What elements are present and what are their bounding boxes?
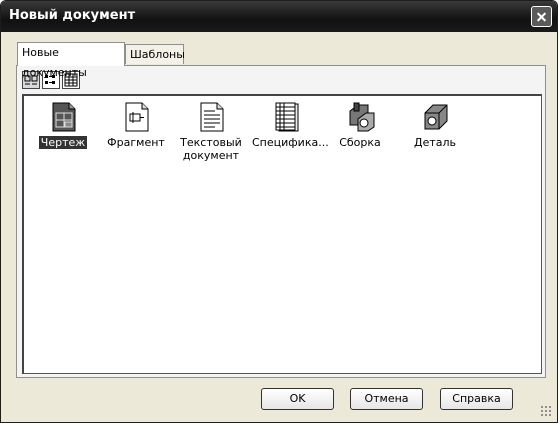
resize-grip[interactable]: [540, 405, 552, 417]
drawing-label: Чертеж: [38, 136, 88, 149]
tab-templates[interactable]: Шаблоны: [125, 44, 185, 64]
assembly-label: Сборка: [339, 136, 381, 149]
dialog-title: Новый документ: [9, 8, 136, 23]
specification-label: Специфика...: [252, 136, 329, 149]
fragment-label: Фрагмент: [107, 136, 165, 149]
new-document-dialog: Новый документ Новые документы Шаблоны Ч…: [0, 0, 558, 423]
close-button[interactable]: [531, 6, 552, 27]
drawing-icon: [52, 102, 76, 132]
ok-button[interactable]: OK: [261, 388, 334, 410]
title-bar[interactable]: Новый документ: [1, 1, 557, 32]
part-icon: [424, 104, 448, 130]
assembly-icon: [349, 102, 375, 132]
list-item-text-document[interactable]: Текстовый документ: [175, 101, 247, 162]
list-item-part[interactable]: Деталь: [399, 101, 471, 149]
cancel-button[interactable]: Отмена: [350, 388, 423, 410]
part-label: Деталь: [413, 136, 457, 149]
list-item-drawing[interactable]: Чертеж: [27, 101, 99, 149]
tab-new-documents[interactable]: Новые документы: [17, 42, 125, 79]
list-item-fragment[interactable]: Фрагмент: [100, 101, 172, 149]
dialog-body: Новые документы Шаблоны Чертеж Фрагмент …: [4, 32, 554, 419]
tab-panel: Чертеж Фрагмент Текстовый документ Специ…: [16, 65, 546, 378]
text-document-icon: [200, 102, 224, 132]
specification-icon: [275, 102, 299, 132]
list-item-assembly[interactable]: Сборка: [324, 101, 396, 149]
help-button[interactable]: Справка: [440, 388, 513, 410]
document-type-list: Чертеж Фрагмент Текстовый документ Специ…: [22, 94, 542, 374]
text-document-label: Текстовый документ: [180, 136, 242, 162]
list-item-specification[interactable]: Специфика...: [250, 101, 329, 149]
fragment-icon: [125, 102, 149, 132]
